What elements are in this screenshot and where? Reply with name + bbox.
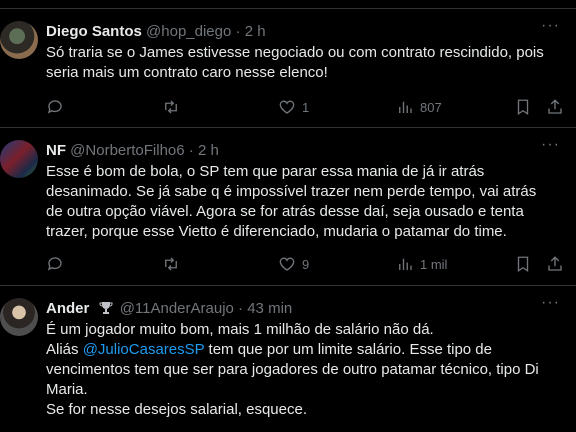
avatar[interactable] bbox=[0, 298, 38, 336]
tweet-text-line: Se for nesse desejos salarial, esquece. bbox=[46, 401, 307, 418]
avatar[interactable] bbox=[0, 21, 38, 59]
bookmark-button[interactable] bbox=[514, 97, 532, 117]
reply-button[interactable] bbox=[46, 97, 64, 117]
like-button[interactable]: 9 bbox=[278, 254, 309, 274]
more-options-icon[interactable]: ··· bbox=[541, 17, 560, 35]
author-name[interactable]: Ander bbox=[46, 300, 89, 317]
timestamp[interactable]: 2 h bbox=[245, 23, 266, 40]
retweet-icon bbox=[165, 257, 177, 271]
views-button[interactable]: 807 bbox=[396, 97, 442, 117]
separator-dot: · bbox=[235, 23, 241, 40]
retweet-button[interactable] bbox=[162, 254, 180, 274]
tweet-header: NF @NorbertoFilho6 · 2 h bbox=[46, 142, 219, 160]
tweet-text-line: É um jogador muito bom, mais 1 milhão de… bbox=[46, 321, 434, 338]
retweet-icon bbox=[165, 100, 177, 114]
tweet[interactable]: NF @NorbertoFilho6 · 2 h ··· Esse é bom … bbox=[0, 128, 576, 286]
retweet-button[interactable] bbox=[162, 97, 180, 117]
tweet-header: Ander @11AnderAraujo · 43 min bbox=[46, 300, 292, 318]
tweet[interactable]: Ander @11AnderAraujo · 43 min ··· É um j… bbox=[0, 286, 576, 432]
tweet-text: É um jogador muito bom, mais 1 milhão de… bbox=[46, 320, 556, 420]
heart-icon bbox=[279, 257, 295, 271]
share-icon bbox=[548, 99, 562, 114]
avatar[interactable] bbox=[0, 140, 38, 178]
views-chart-icon bbox=[399, 258, 412, 270]
author-handle[interactable]: @11AnderAraujo bbox=[120, 300, 234, 317]
more-options-icon[interactable]: ··· bbox=[541, 294, 560, 312]
reply-icon bbox=[47, 257, 62, 271]
more-options-icon[interactable]: ··· bbox=[541, 136, 560, 154]
views-count: 807 bbox=[420, 99, 442, 115]
share-button[interactable] bbox=[546, 254, 564, 274]
separator-dot: · bbox=[238, 300, 244, 317]
like-count: 9 bbox=[302, 256, 310, 272]
tweet-text: Esse é bom de bola, o SP tem que parar e… bbox=[46, 163, 541, 240]
timestamp[interactable]: 2 h bbox=[198, 142, 219, 159]
tweet-header: Diego Santos @hop_diego · 2 h bbox=[46, 23, 266, 41]
author-name[interactable]: Diego Santos bbox=[46, 23, 142, 40]
author-name[interactable]: NF bbox=[46, 142, 66, 159]
bookmark-icon bbox=[517, 99, 529, 116]
views-button[interactable]: 1 mil bbox=[396, 254, 447, 274]
reply-icon bbox=[47, 100, 62, 114]
tweet-text-segment: Aliás bbox=[46, 341, 83, 358]
trophy-badge-icon bbox=[99, 302, 113, 314]
bookmark-button[interactable] bbox=[514, 254, 532, 274]
bookmark-icon bbox=[517, 256, 529, 273]
like-count: 1 bbox=[302, 99, 310, 115]
author-handle[interactable]: @NorbertoFilho6 bbox=[70, 142, 184, 159]
views-count: 1 mil bbox=[420, 256, 448, 272]
like-button[interactable]: 1 bbox=[278, 97, 309, 117]
share-button[interactable] bbox=[546, 97, 564, 117]
share-icon bbox=[548, 256, 562, 271]
mention-link[interactable]: @JulioCasaresSP bbox=[83, 341, 205, 358]
tweet[interactable]: Diego Santos @hop_diego · 2 h ··· Só tra… bbox=[0, 8, 576, 128]
tweet-actions: 9 1 mil bbox=[46, 254, 562, 274]
tweet-actions: 1 807 bbox=[46, 97, 562, 117]
timestamp[interactable]: 43 min bbox=[247, 300, 292, 317]
heart-icon bbox=[279, 100, 295, 114]
tweet-text: Só traria se o James estivesse negociado… bbox=[46, 44, 548, 81]
separator-dot: · bbox=[188, 142, 194, 159]
reply-button[interactable] bbox=[46, 254, 64, 274]
author-handle[interactable]: @hop_diego bbox=[146, 23, 231, 40]
views-chart-icon bbox=[399, 101, 412, 113]
